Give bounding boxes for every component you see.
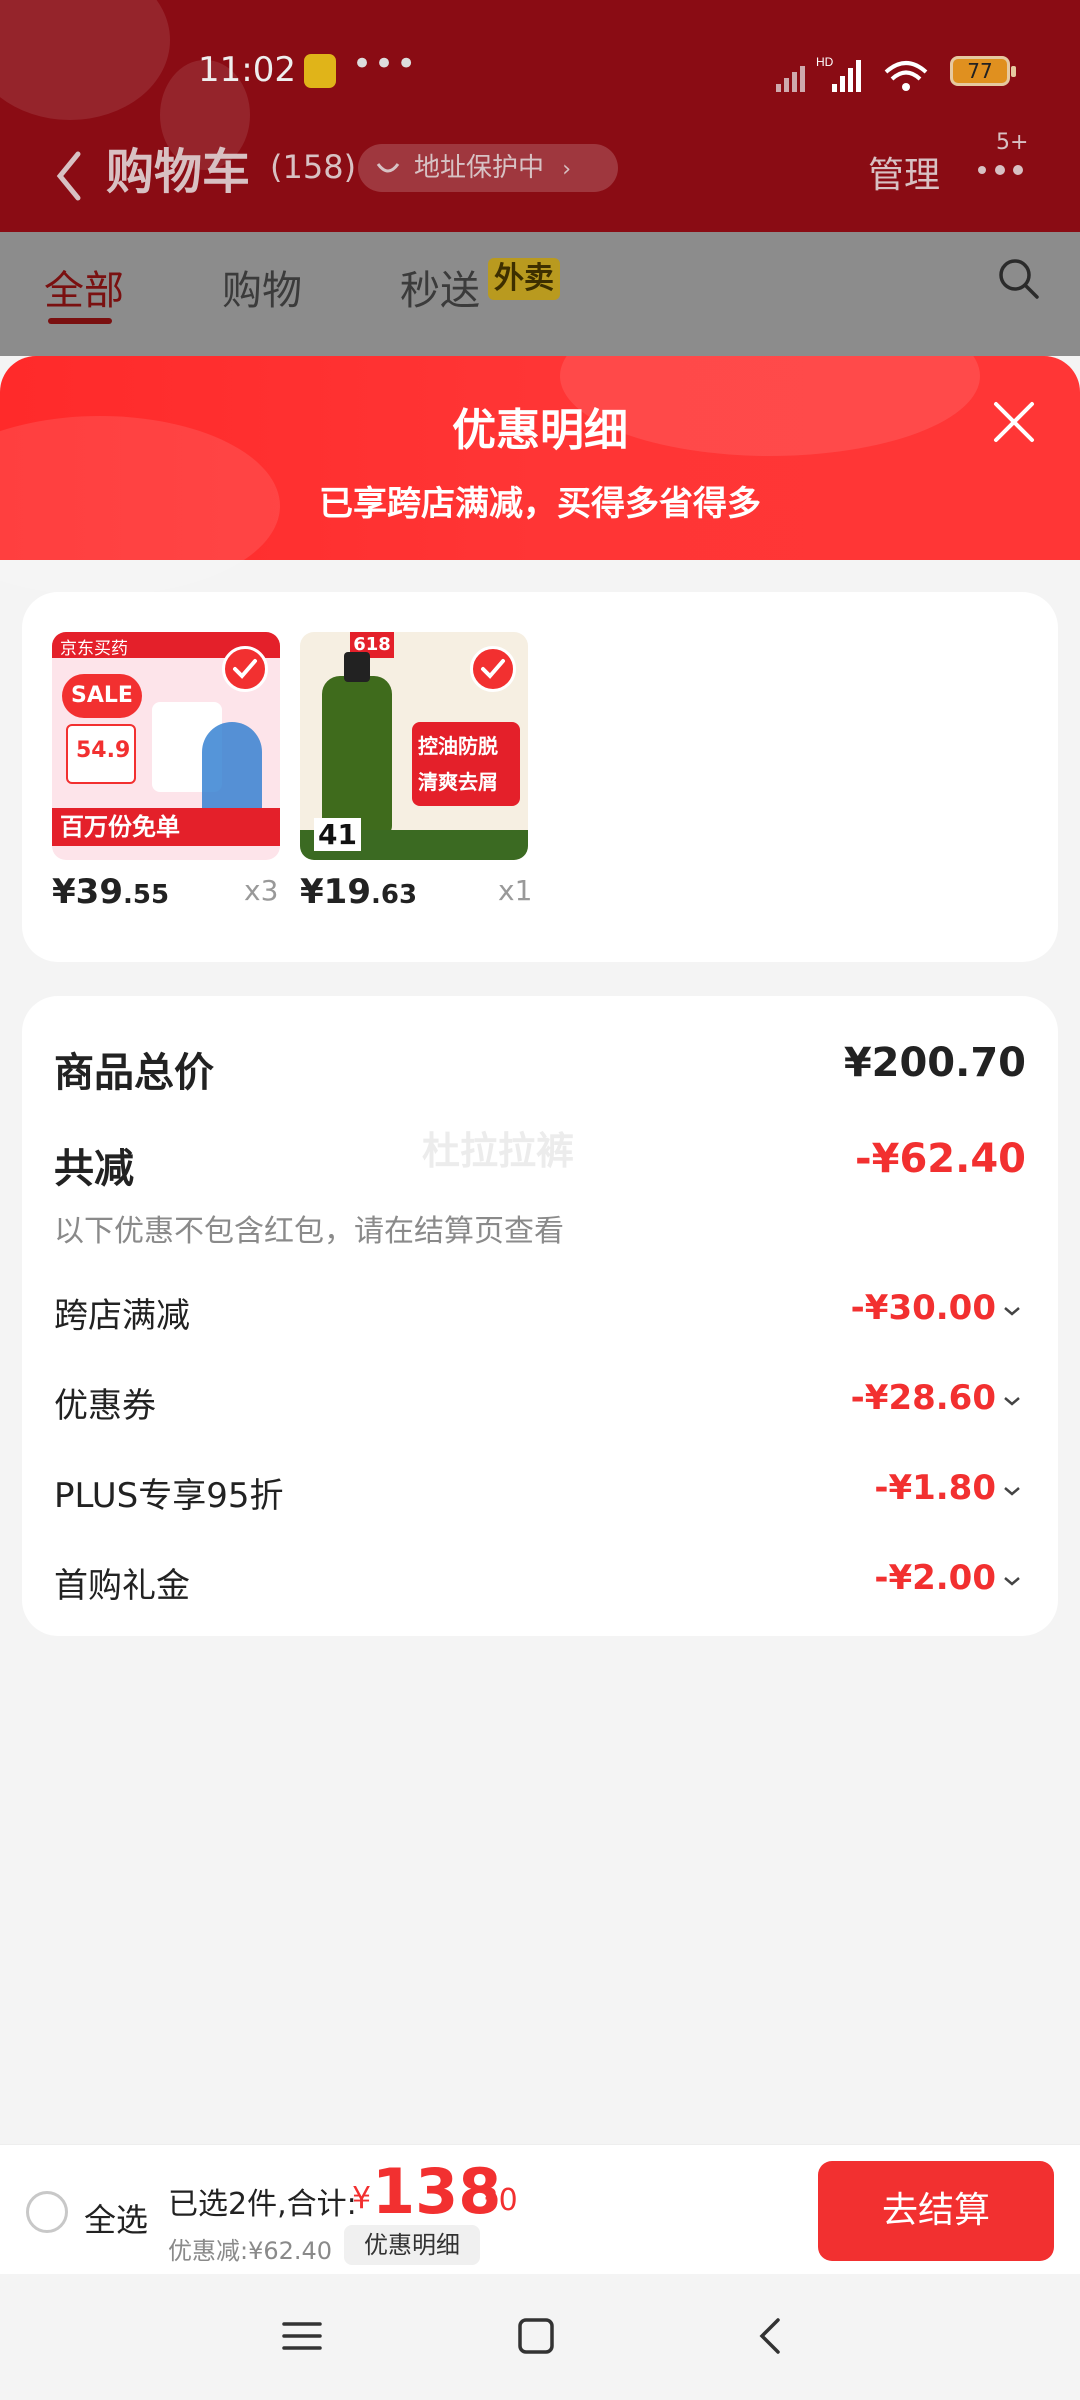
- selected-summary: 已选2件,合计:: [168, 2187, 357, 2222]
- product-price: ¥39.55: [52, 872, 170, 912]
- battery-indicator: 77: [950, 56, 1016, 86]
- chevron-right-icon: ›: [562, 157, 572, 182]
- sheet-subtitle: 已享跨店满减，买得多省得多: [319, 484, 761, 524]
- back-arrow-icon[interactable]: [50, 146, 90, 206]
- total-discount-value: -¥62.40: [855, 1136, 1026, 1182]
- product-quantity: x3: [244, 874, 279, 907]
- back-icon[interactable]: [750, 2314, 794, 2358]
- more-dots-icon[interactable]: [972, 160, 1032, 180]
- total-price-value: ¥200.70: [843, 1040, 1026, 1086]
- discount-row-label: 优惠券: [54, 1386, 156, 1426]
- cart-count: (158): [270, 148, 357, 186]
- more-badge: 5+: [996, 130, 1029, 155]
- discount-row-label: 首购礼金: [54, 1566, 190, 1606]
- takeout-badge: 外卖: [488, 258, 560, 300]
- product-image[interactable]: 618 控油防脱 清爽去屑 41: [300, 632, 528, 860]
- sheet-header: 优惠明细 已享跨店满减，买得多省得多: [0, 356, 1080, 596]
- discount-row-value[interactable]: -¥1.80: [874, 1468, 996, 1508]
- status-bar: 11:02 ••• HD 77: [0, 0, 1080, 140]
- smile-shield-icon: [376, 163, 400, 173]
- chevron-down-icon[interactable]: [1002, 1304, 1022, 1318]
- sheet-title: 优惠明细: [452, 405, 628, 456]
- tab-shopping[interactable]: 购物: [222, 258, 302, 316]
- checkout-button[interactable]: 去结算: [818, 2161, 1054, 2261]
- product-quantity: x1: [498, 874, 533, 907]
- select-all-label[interactable]: 全选: [84, 2195, 148, 2241]
- search-icon[interactable]: [996, 256, 1040, 300]
- close-icon[interactable]: [990, 398, 1038, 446]
- selected-goods-card: 京东买药 SALE 54.9 百万份免单 ¥39.55 x3 618 控油防脱 …: [22, 592, 1058, 962]
- checkout-bar: 全选 已选2件,合计: ¥ 138 .30 优惠减:¥62.40 优惠明细 去结…: [0, 2144, 1080, 2274]
- discount-row-label: 跨店满减: [54, 1296, 190, 1336]
- discount-row-value[interactable]: -¥30.00: [851, 1288, 996, 1328]
- chevron-down-icon[interactable]: [1002, 1574, 1022, 1588]
- price-summary-card: 杜拉拉裤 商品总价 ¥200.70 共减 -¥62.40 以下优惠不包含红包，请…: [22, 996, 1058, 1636]
- chevron-down-icon[interactable]: [1002, 1484, 1022, 1498]
- total-currency: ¥: [352, 2181, 372, 2216]
- total-amount-decimal: .30: [470, 2183, 518, 2218]
- address-protection-pill[interactable]: 地址保护中 ›: [358, 144, 618, 192]
- select-all-radio[interactable]: [26, 2191, 68, 2233]
- discount-row-label: PLUS专享95折: [54, 1476, 284, 1516]
- system-nav-bar: [0, 2274, 1080, 2400]
- status-more-dots: •••: [352, 44, 419, 84]
- product-image-price: 41: [314, 818, 361, 851]
- product-image[interactable]: 京东买药 SALE 54.9 百万份免单: [52, 632, 280, 860]
- page-title: 购物车: [106, 144, 251, 200]
- address-protection-label: 地址保护中: [414, 153, 545, 183]
- network-hd-label: HD: [816, 55, 834, 69]
- notification-app-icon: [304, 54, 336, 88]
- cart-tabs: 全部 购物 秒送 外卖: [0, 232, 1080, 356]
- product-image-price: 54.9: [76, 738, 131, 763]
- product-price: ¥19.63: [300, 872, 418, 912]
- discount-note: 以下优惠不包含红包，请在结算页查看: [54, 1214, 564, 1249]
- status-time: 11:02: [198, 50, 296, 90]
- chevron-down-icon[interactable]: [1002, 1394, 1022, 1408]
- menu-icon[interactable]: [280, 2314, 324, 2358]
- sale-tag: SALE: [62, 674, 142, 718]
- discount-detail-sheet: 优惠明细 已享跨店满减，买得多省得多 京东买药 SALE 54.9 百万份免单 …: [0, 356, 1080, 2144]
- watermark: 杜拉拉裤: [422, 1129, 575, 1173]
- home-icon[interactable]: [514, 2314, 558, 2358]
- discount-summary: 优惠减:¥62.40: [168, 2237, 333, 2265]
- manage-button[interactable]: 管理: [868, 146, 940, 198]
- discount-detail-button[interactable]: 优惠明细: [344, 2225, 480, 2265]
- tab-flash-delivery[interactable]: 秒送: [400, 258, 480, 316]
- product-banner: 京东买药: [60, 639, 128, 659]
- tab-all[interactable]: 全部: [44, 258, 124, 324]
- selected-check-icon: [222, 646, 268, 692]
- discount-row-value[interactable]: -¥28.60: [851, 1378, 996, 1418]
- product-promo: 百万份免单: [52, 808, 280, 846]
- discount-row-value[interactable]: -¥2.00: [874, 1558, 996, 1598]
- total-discount-label: 共减: [54, 1146, 134, 1192]
- product-promo: 控油防脱 清爽去屑: [418, 734, 498, 794]
- selected-check-icon: [470, 646, 516, 692]
- total-price-label: 商品总价: [54, 1050, 214, 1096]
